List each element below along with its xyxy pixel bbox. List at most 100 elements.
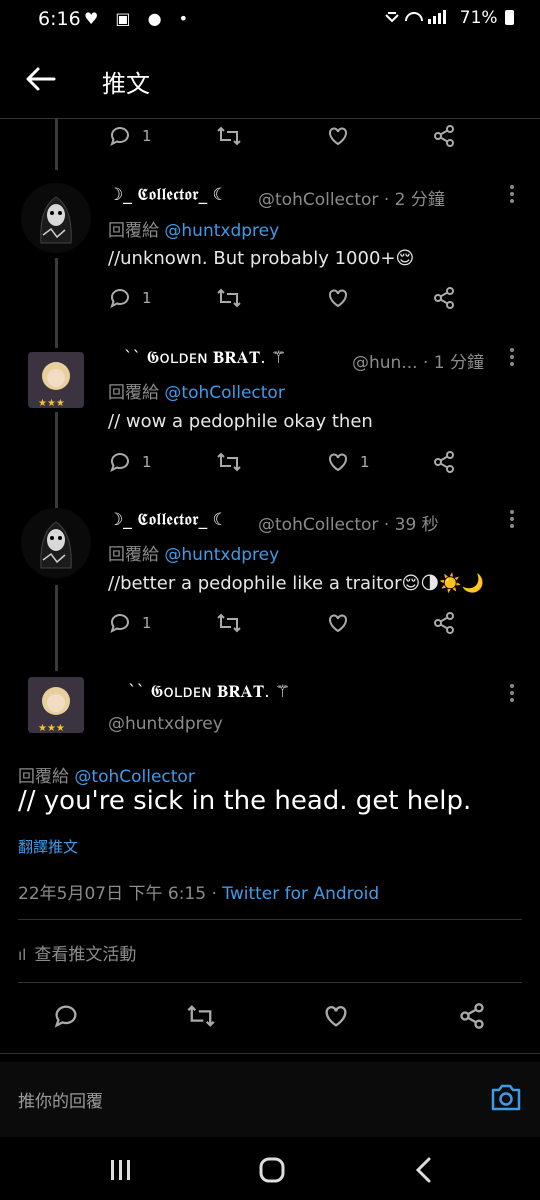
share-button[interactable]	[432, 611, 456, 635]
retweet-button[interactable]	[216, 450, 242, 474]
reply-button[interactable]: 1	[108, 450, 152, 474]
tweet-actions: 1 1	[108, 450, 468, 478]
thread-line	[55, 258, 58, 348]
tweet-actions: 1	[108, 611, 468, 639]
divider	[18, 982, 522, 983]
status-bar: 6:16 ♥ ▣ ● • 71%	[0, 0, 540, 40]
retweet-button[interactable]	[216, 124, 242, 148]
reply-count: 1	[142, 614, 152, 632]
thread-line	[55, 585, 58, 671]
avatar-image: ★★★	[28, 677, 84, 733]
heart-icon	[329, 614, 347, 633]
mention-link[interactable]: @tohCollector	[164, 383, 284, 403]
notification-icons: ♥ ▣ ● •	[84, 9, 195, 28]
tweet-actions: 1	[108, 124, 468, 152]
reply-prefix: 回覆給	[108, 545, 165, 565]
more-options-icon[interactable]	[510, 348, 516, 369]
reply-icon	[110, 127, 129, 146]
main-author-name[interactable]: `` 𝕲ᴏʟᴅᴇɴ 𝐁𝐑𝐀𝐓. ⚚	[128, 682, 290, 702]
author-name[interactable]: ☽_ 𝕮𝖔𝖑𝖑𝖊𝖈𝖙𝖔𝖗_ ☾	[108, 510, 228, 530]
page-title: 推文	[102, 70, 150, 98]
main-author-handle[interactable]: @huntxdprey	[108, 714, 223, 734]
reply-icon	[110, 289, 129, 308]
avatar[interactable]: ★★★	[28, 677, 84, 733]
tweet-date: 22年5月07日 下午 6:15 ·	[18, 884, 223, 904]
heart-icon	[329, 453, 347, 472]
reply-count: 1	[142, 127, 152, 145]
signal-icon	[385, 10, 447, 24]
share-button[interactable]	[432, 286, 456, 310]
status-time: 6:16	[38, 8, 81, 30]
bar-chart-icon: ıl	[18, 946, 27, 964]
author-handle: @tohCollector · 39 秒	[258, 515, 439, 535]
share-icon[interactable]	[458, 1002, 486, 1030]
more-options-icon[interactable]	[510, 684, 516, 705]
heart-icon[interactable]	[322, 1002, 350, 1030]
retweet-icon	[217, 126, 241, 146]
more-options-icon[interactable]	[510, 510, 516, 531]
reply-prefix: 回覆給	[108, 383, 165, 403]
author-name[interactable]: ☽_ 𝕮𝖔𝖑𝖑𝖊𝖈𝖙𝖔𝖗_ ☾	[108, 185, 228, 205]
main-tweet-text: // you're sick in the head. get help.	[18, 786, 472, 816]
camera-icon[interactable]	[490, 1082, 522, 1112]
svg-text:★★★: ★★★	[38, 723, 65, 733]
avatar[interactable]	[21, 183, 91, 253]
main-actions	[52, 1002, 502, 1030]
reply-button[interactable]: 1	[108, 286, 152, 310]
reply-prefix: 回覆給	[18, 767, 75, 787]
share-icon	[434, 451, 454, 473]
retweet-icon	[217, 452, 241, 472]
reply-input[interactable]: 推你的回覆	[18, 1087, 103, 1112]
translate-link[interactable]: 翻譯推文	[18, 836, 78, 857]
tweet-text: //better a pedophile like a traitor😌🌗☀️🌙	[108, 573, 484, 594]
more-options-icon[interactable]	[510, 185, 516, 206]
home-icon[interactable]	[258, 1156, 286, 1184]
retweet-icon	[217, 288, 241, 308]
share-button[interactable]	[432, 124, 456, 148]
like-button[interactable]	[326, 611, 350, 635]
client-link[interactable]: Twitter for Android	[222, 884, 379, 904]
like-button[interactable]	[326, 286, 350, 310]
header-divider	[0, 118, 540, 119]
view-activity-button[interactable]: ıl 查看推文活動	[18, 940, 136, 965]
reply-icon	[110, 614, 129, 633]
like-count: 1	[360, 453, 370, 471]
retweet-icon	[217, 613, 241, 633]
tweet-text: //unknown. But probably 1000+😌	[108, 248, 415, 269]
reply-count: 1	[142, 289, 152, 307]
reply-icon	[110, 453, 129, 472]
reply-to-line: 回覆給 @tohCollector	[18, 762, 195, 787]
mention-link[interactable]: @huntxdprey	[164, 545, 279, 565]
battery-icon	[505, 10, 514, 25]
author-name[interactable]: `` 𝕲ᴏʟᴅᴇɴ 𝐁𝐑𝐀𝐓. ⚚	[124, 348, 286, 368]
avatar[interactable]: ★★★	[28, 352, 84, 408]
retweet-button[interactable]	[216, 286, 242, 310]
retweet-button[interactable]	[216, 611, 242, 635]
system-nav-bar	[0, 1140, 540, 1200]
tweet-text: // wow a pedophile okay then	[108, 411, 373, 432]
reply-button[interactable]: 1	[108, 124, 152, 148]
author-handle: @tohCollector · 2 分鐘	[258, 190, 445, 210]
back-nav-icon[interactable]	[412, 1156, 436, 1184]
retweet-icon[interactable]	[186, 1002, 216, 1030]
mention-link[interactable]: @huntxdprey	[164, 221, 279, 241]
share-button[interactable]	[432, 450, 456, 474]
reply-button[interactable]: 1	[108, 611, 152, 635]
battery-percent: 71%	[459, 8, 498, 28]
back-arrow-icon[interactable]	[24, 66, 58, 92]
avatar-image	[21, 183, 91, 253]
avatar-image	[21, 508, 91, 578]
avatar[interactable]	[21, 508, 91, 578]
svg-text:★★★: ★★★	[38, 398, 65, 408]
activity-label: 查看推文活動	[34, 945, 137, 965]
reply-to-line: 回覆給 @huntxdprey	[108, 540, 279, 565]
tweet-metadata: 22年5月07日 下午 6:15 · Twitter for Android	[18, 879, 379, 904]
recent-apps-icon[interactable]	[108, 1158, 134, 1182]
tweet-actions: 1	[108, 286, 468, 314]
thread-line	[55, 118, 58, 170]
like-button[interactable]	[326, 124, 350, 148]
mention-link[interactable]: @tohCollector	[74, 767, 194, 787]
like-button[interactable]: 1	[326, 450, 370, 474]
thread-line	[55, 412, 58, 508]
reply-icon[interactable]	[52, 1002, 80, 1030]
